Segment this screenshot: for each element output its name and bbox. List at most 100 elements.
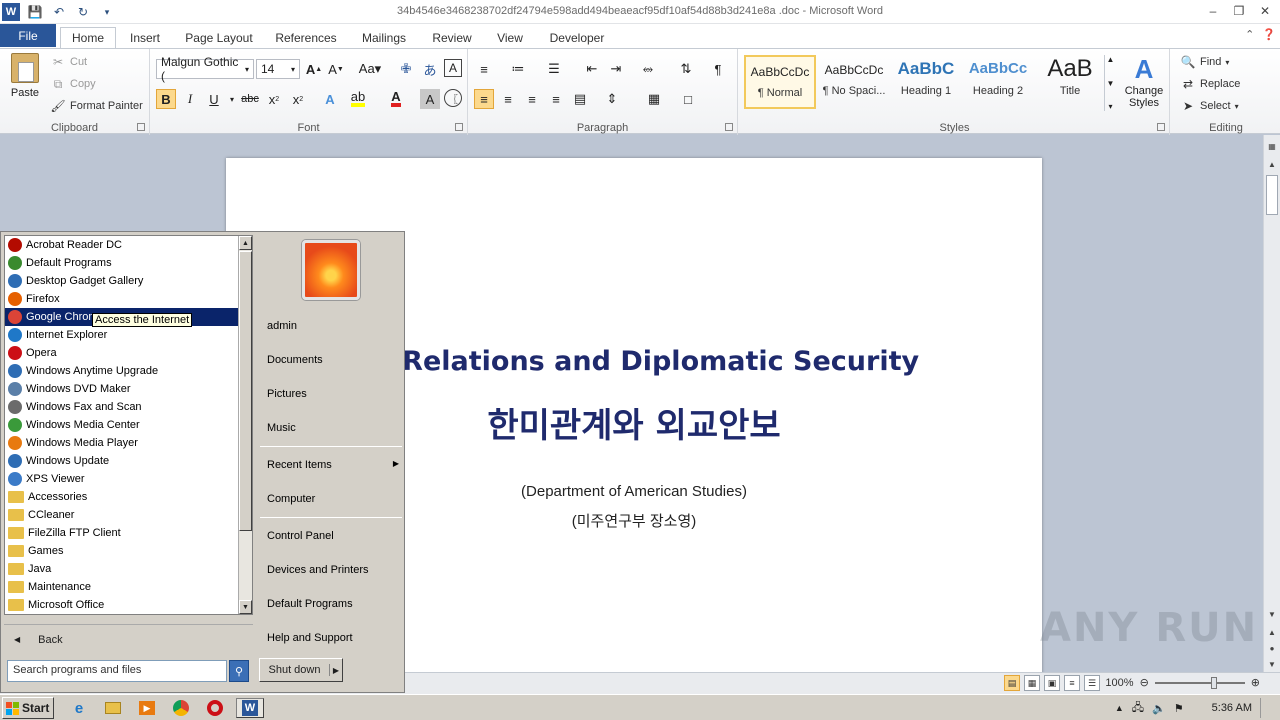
distributed-icon[interactable]: ▤	[570, 89, 590, 109]
taskbar-opera-icon[interactable]	[204, 698, 226, 718]
user-folder-link[interactable]: admin	[267, 320, 297, 332]
format-painter-button[interactable]: 🖌 Format Painter	[50, 98, 142, 114]
restore-button[interactable]: ❐	[1226, 0, 1252, 22]
shrink-font-button[interactable]: A ▼	[326, 59, 346, 79]
scroll-up-icon[interactable]: ▲	[1264, 157, 1280, 171]
program-item[interactable]: Windows Media Center	[5, 416, 239, 434]
align-left-icon[interactable]: ≡	[474, 89, 494, 109]
increase-indent-icon[interactable]: ⇥	[606, 59, 626, 79]
tab-insert[interactable]: Insert	[122, 27, 168, 48]
program-item[interactable]: XPS Viewer	[5, 470, 239, 488]
scrollbar-thumb[interactable]	[1266, 175, 1278, 215]
zoom-slider-knob[interactable]	[1210, 676, 1217, 689]
shutdown-options-icon[interactable]: ▶	[330, 666, 342, 675]
superscript-button[interactable]: x2	[288, 89, 308, 109]
control-panel-link[interactable]: Control Panel	[267, 530, 334, 542]
program-item[interactable]: Microsoft Office	[5, 596, 239, 614]
browse-object-icon[interactable]: ●	[1264, 641, 1280, 655]
music-link[interactable]: Music	[267, 422, 296, 434]
character-border-icon[interactable]: A	[444, 59, 462, 77]
ruler-toggle-icon[interactable]: ▦	[1264, 139, 1280, 153]
phonetic-guide-icon[interactable]: あ	[420, 59, 440, 79]
minimize-button[interactable]: –	[1200, 0, 1226, 22]
styles-gallery-scroll[interactable]: ▲ ▼ ▾	[1104, 55, 1116, 111]
show-hidden-icons-icon[interactable]: ▲	[1115, 703, 1124, 713]
underline-button[interactable]: U	[204, 89, 224, 109]
taskbar-ie-icon[interactable]: e	[68, 698, 90, 718]
change-styles-button[interactable]: A Change Styles	[1120, 55, 1168, 109]
style-heading-2[interactable]: AaBbCc Heading 2	[962, 55, 1034, 109]
select-button[interactable]: ➤ Select ▾	[1180, 98, 1239, 114]
bold-button[interactable]: B	[156, 89, 176, 109]
strikethrough-button[interactable]: abc	[240, 89, 260, 109]
tab-references[interactable]: References	[270, 27, 342, 48]
borders-icon[interactable]: □	[678, 89, 698, 109]
scroll-down-icon[interactable]: ▼	[1264, 607, 1280, 621]
program-item[interactable]: Windows Anytime Upgrade	[5, 362, 239, 380]
sort-icon[interactable]: ⇅	[676, 59, 696, 79]
tab-developer[interactable]: Developer	[542, 27, 612, 48]
replace-button[interactable]: ⇄ Replace	[1180, 76, 1240, 92]
vertical-scrollbar[interactable]: ▦ ▲ ▼ ▲ ● ▼	[1263, 135, 1280, 673]
center-icon[interactable]: ≡	[498, 89, 518, 109]
start-search-input[interactable]: Search programs and files	[7, 660, 227, 682]
taskbar-word-icon[interactable]: W	[236, 698, 264, 718]
highlight-color-button[interactable]: ab	[348, 89, 368, 109]
devices-printers-link[interactable]: Devices and Printers	[267, 564, 369, 576]
program-item[interactable]: Windows Update	[5, 452, 239, 470]
program-item[interactable]: Java	[5, 560, 239, 578]
program-item[interactable]: Accessories	[5, 488, 239, 506]
default-programs-link[interactable]: Default Programs	[267, 598, 353, 610]
tab-view[interactable]: View	[490, 27, 530, 48]
web-layout-icon[interactable]: ▣	[1044, 675, 1060, 691]
clock[interactable]: 5:36 AM	[1192, 702, 1252, 714]
back-button[interactable]: ◀ Back	[4, 624, 253, 654]
next-page-icon[interactable]: ▼	[1264, 657, 1280, 671]
program-item[interactable]: Windows DVD Maker	[5, 380, 239, 398]
tab-mailings[interactable]: Mailings	[354, 27, 414, 48]
style-normal[interactable]: AaBbCcDc ¶ Normal	[744, 55, 816, 109]
tab-page-layout[interactable]: Page Layout	[180, 27, 258, 48]
program-item[interactable]: Opera	[5, 344, 239, 362]
start-button[interactable]: Start	[2, 697, 54, 719]
program-item[interactable]: Games	[5, 542, 239, 560]
italic-button[interactable]: I	[180, 89, 200, 109]
asian-layout-icon[interactable]: ⥈	[638, 59, 658, 79]
program-item[interactable]: Maintenance	[5, 578, 239, 596]
text-effects-button[interactable]: A	[320, 89, 340, 109]
find-button[interactable]: 🔍 Find ▾	[1180, 54, 1230, 70]
tab-review[interactable]: Review	[426, 27, 478, 48]
close-button[interactable]: ✕	[1252, 0, 1278, 22]
recent-items-link[interactable]: Recent Items ▶	[267, 459, 399, 471]
draft-icon[interactable]: ☰	[1084, 675, 1100, 691]
show-desktop-button[interactable]	[1260, 698, 1274, 718]
tab-file[interactable]: File	[0, 24, 56, 47]
print-layout-icon[interactable]: ▤	[1004, 675, 1020, 691]
program-item[interactable]: Windows Fax and Scan	[5, 398, 239, 416]
scroll-down-icon[interactable]: ▼	[239, 600, 252, 614]
font-size-combo[interactable]: 14 ▾	[256, 59, 300, 79]
style-title[interactable]: AaB Title	[1034, 55, 1106, 109]
subscript-button[interactable]: x2	[264, 89, 284, 109]
program-item[interactable]: Windows Media Player	[5, 434, 239, 452]
shading-icon[interactable]: ▦	[644, 89, 664, 109]
character-shading-icon[interactable]: A	[420, 89, 440, 109]
full-screen-reading-icon[interactable]: ▦	[1024, 675, 1040, 691]
justify-icon[interactable]: ≡	[546, 89, 566, 109]
change-case-button[interactable]: Aa▾	[356, 59, 384, 79]
program-item[interactable]: Desktop Gadget Gallery	[5, 272, 239, 290]
cut-button[interactable]: ✂ Cut	[50, 54, 87, 70]
program-item[interactable]: Internet Explorer	[5, 326, 239, 344]
outline-icon[interactable]: ≡	[1064, 675, 1080, 691]
taskbar-chrome-icon[interactable]	[170, 698, 192, 718]
enclose-characters-icon[interactable]: 〖	[444, 89, 462, 107]
tab-home[interactable]: Home	[60, 27, 116, 48]
network-icon[interactable]: 🖧	[1132, 699, 1144, 718]
font-color-button[interactable]: A	[386, 89, 406, 109]
font-name-combo[interactable]: Malgun Gothic (▾	[156, 55, 254, 83]
documents-link[interactable]: Documents	[267, 354, 323, 366]
program-item[interactable]: Acrobat Reader DC	[5, 236, 239, 254]
align-right-icon[interactable]: ≡	[522, 89, 542, 109]
scroll-up-icon[interactable]: ▲	[239, 236, 252, 250]
clipboard-launcher[interactable]	[137, 123, 145, 131]
